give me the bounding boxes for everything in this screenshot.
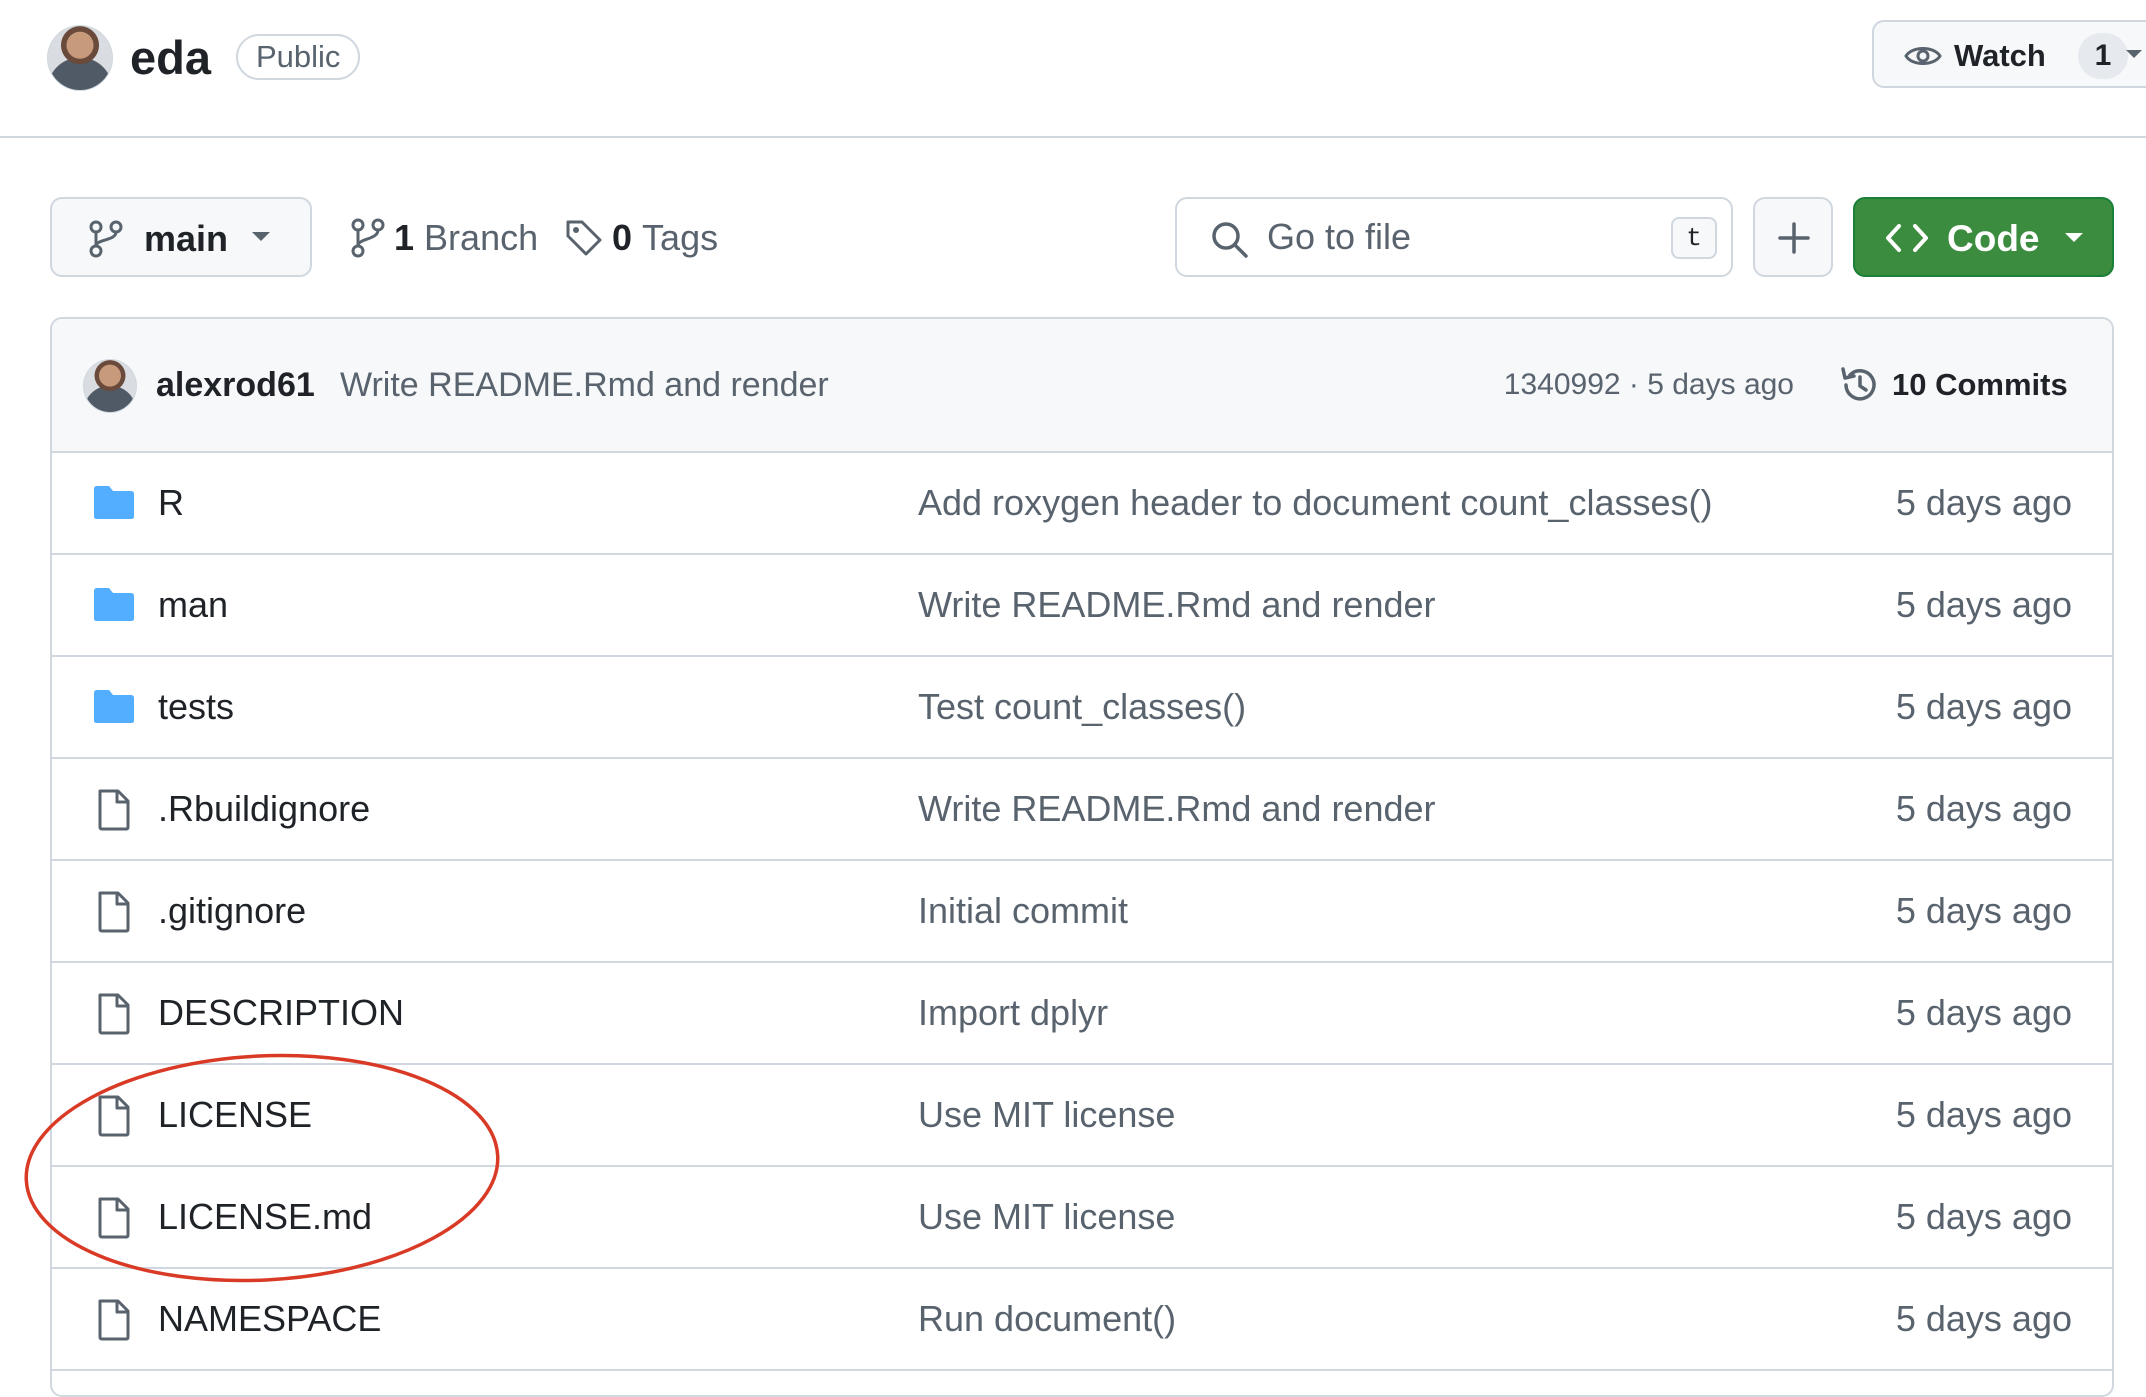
search-icon — [1209, 219, 1249, 259]
file-last-updated: 5 days ago — [1895, 686, 2072, 727]
file-name[interactable]: NAMESPACE — [158, 1298, 381, 1340]
tag-icon — [564, 216, 604, 260]
branches-label: Branch — [424, 217, 539, 258]
latest-commit-bar: alexrod61 Write README.Rmd and render 13… — [52, 319, 2112, 453]
watch-button[interactable]: Watch 1 — [1872, 20, 2146, 88]
file-last-updated: 5 days ago — [1895, 1094, 2072, 1135]
file-name[interactable]: .gitignore — [158, 890, 306, 932]
folder-icon — [92, 483, 136, 521]
keyboard-shortcut-hint: t — [1671, 217, 1717, 259]
file-row[interactable]: .Rbuildignore Write README.Rmd and render… — [52, 759, 2112, 861]
search-input[interactable] — [1267, 215, 1627, 259]
watch-label: Watch — [1954, 38, 2046, 73]
commit-author[interactable]: alexrod61 — [156, 365, 315, 405]
tags-count-text: 0 Tags — [612, 216, 718, 260]
file-last-commit-message[interactable]: Initial commit — [918, 890, 1128, 932]
file-last-updated: 5 days ago — [1895, 1196, 2072, 1237]
file-last-updated: 5 days ago — [1895, 992, 2072, 1033]
git-branch-icon — [86, 219, 126, 259]
file-last-updated: 5 days ago — [1895, 788, 2072, 829]
annotation-ellipse — [24, 1053, 500, 1283]
code-button[interactable]: Code — [1853, 197, 2114, 277]
file-last-commit-message[interactable]: Run document() — [918, 1298, 1176, 1340]
eye-icon — [1904, 42, 1942, 70]
file-name[interactable]: man — [158, 584, 228, 626]
file-last-commit-message[interactable]: Write README.Rmd and render — [918, 788, 1436, 830]
file-last-commit-message[interactable]: Write README.Rmd and render — [918, 584, 1436, 626]
file-last-commit-message[interactable]: Use MIT license — [918, 1196, 1175, 1238]
file-last-commit-message[interactable]: Import dplyr — [918, 992, 1108, 1034]
plus-icon — [1776, 220, 1812, 256]
file-row[interactable]: .gitignore Initial commit 5 days ago — [52, 861, 2112, 963]
file-last-updated: 5 days ago — [1895, 890, 2072, 931]
commit-author-avatar[interactable] — [84, 360, 136, 412]
file-name[interactable]: R — [158, 482, 184, 524]
folder-icon — [92, 585, 136, 623]
git-branch-icon — [348, 216, 388, 260]
file-last-updated: 5 days ago — [1895, 584, 2072, 625]
file-icon — [92, 891, 136, 933]
file-name[interactable]: DESCRIPTION — [158, 992, 404, 1034]
code-icon — [1885, 220, 1929, 256]
commits-count-label: 10 Commits — [1892, 367, 2068, 402]
file-name[interactable]: .Rbuildignore — [158, 788, 370, 830]
branches-count-text: 1 Branch — [394, 216, 538, 260]
commit-message[interactable]: Write README.Rmd and render — [340, 365, 829, 405]
folder-icon — [92, 687, 136, 725]
file-last-commit-message[interactable]: Use MIT license — [918, 1094, 1175, 1136]
file-last-updated: 5 days ago — [1895, 1298, 2072, 1339]
file-last-commit-message[interactable]: Add roxygen header to document count_cla… — [918, 482, 1712, 524]
current-branch-label: main — [144, 218, 229, 259]
file-last-commit-message[interactable]: Test count_classes() — [918, 686, 1246, 728]
branches-count: 1 — [394, 217, 415, 258]
repo-header: eda Public Watch 1 — [0, 0, 2146, 138]
repo-name[interactable]: eda — [130, 28, 211, 88]
go-to-file-search[interactable]: t — [1175, 197, 1733, 277]
code-button-label: Code — [1947, 218, 2040, 259]
file-icon — [92, 789, 136, 831]
file-row[interactable]: tests Test count_classes() 5 days ago — [52, 657, 2112, 759]
file-icon — [92, 1299, 136, 1341]
add-file-button[interactable] — [1753, 197, 1833, 277]
tags-label: Tags — [642, 217, 719, 258]
branch-selector-button[interactable]: main — [50, 197, 312, 277]
tags-count: 0 — [612, 217, 633, 258]
chevron-down-icon[interactable] — [2124, 47, 2144, 61]
file-icon — [92, 993, 136, 1035]
file-name[interactable]: tests — [158, 686, 234, 728]
watch-count: 1 — [2078, 33, 2128, 79]
chevron-down-icon — [2063, 230, 2085, 244]
owner-avatar[interactable] — [48, 26, 112, 90]
commit-hash-and-time[interactable]: 1340992 · 5 days ago — [1504, 367, 1794, 403]
visibility-badge: Public — [236, 34, 361, 80]
file-row[interactable]: R Add roxygen header to document count_cl… — [52, 453, 2112, 555]
file-row[interactable]: man Write README.Rmd and render 5 days ago — [52, 555, 2112, 657]
history-icon — [1838, 363, 1882, 407]
file-last-updated: 5 days ago — [1895, 482, 2072, 523]
chevron-down-icon — [250, 229, 272, 243]
